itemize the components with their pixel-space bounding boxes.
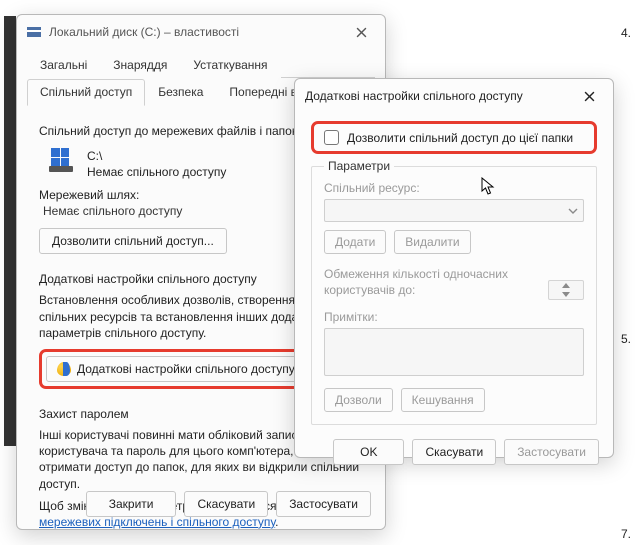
advanced-share-button-label: Додаткові настройки спільного доступу... <box>77 362 304 376</box>
notes-textarea[interactable] <box>324 328 584 376</box>
adv-close-icon[interactable] <box>573 85 605 107</box>
tab-security[interactable]: Безпека <box>145 79 216 106</box>
drive-icon <box>27 27 41 37</box>
close-icon[interactable] <box>345 21 377 43</box>
highlight-advanced-button: Додаткові настройки спільного доступу... <box>39 349 322 389</box>
ok-button[interactable]: OK <box>333 439 404 465</box>
spin-up-icon[interactable] <box>549 281 583 290</box>
share-resource-label: Спільний ресурс: <box>324 181 584 195</box>
notes-label: Примітки: <box>324 310 584 324</box>
highlight-allow-checkbox: Дозволити спільний доступ до цієї папки <box>311 121 597 154</box>
tab-sharing[interactable]: Спільний доступ <box>27 79 145 106</box>
permissions-button[interactable]: Дозволи <box>324 388 393 412</box>
adv-cancel-button[interactable]: Скасувати <box>412 439 496 465</box>
step-4-label: 4. <box>621 26 631 40</box>
tab-hardware[interactable]: Устаткування <box>180 52 280 78</box>
advanced-sharing-window: Додаткові настройки спільного доступу До… <box>294 78 614 458</box>
drive-name: C:\ <box>87 148 226 164</box>
main-footer-buttons: Закрити Скасувати Застосувати <box>17 481 385 529</box>
adv-titlebar: Додаткові настройки спільного доступу <box>295 79 613 111</box>
window-title: Локальний диск (C:) – властивості <box>49 25 345 39</box>
step-5-label: 5. <box>621 332 631 346</box>
add-button[interactable]: Додати <box>324 230 386 254</box>
share-resource-combo[interactable] <box>324 199 584 222</box>
step-7-label: 7. <box>621 527 631 541</box>
allow-share-button[interactable]: Дозволити спільний доступ... <box>39 228 227 254</box>
cancel-button[interactable]: Скасувати <box>184 491 268 517</box>
drive-info: C:\ Немає спільного доступу <box>87 148 226 180</box>
adv-window-title: Додаткові настройки спільного доступу <box>305 89 573 103</box>
adv-apply-button[interactable]: Застосувати <box>504 439 599 465</box>
tabs-row-1: Загальні Знаряддя Устаткування <box>27 51 375 78</box>
apply-button[interactable]: Застосувати <box>276 491 371 517</box>
background-shadow <box>4 16 16 446</box>
chevron-down-icon <box>568 206 578 216</box>
adv-body: Дозволити спільний доступ до цієї папки … <box>295 111 613 433</box>
close-button[interactable]: Закрити <box>86 491 177 517</box>
adv-footer-buttons: OK Скасувати Застосувати <box>295 433 613 477</box>
advanced-share-button[interactable]: Додаткові настройки спільного доступу... <box>46 356 315 382</box>
spin-down-icon[interactable] <box>549 290 583 299</box>
drive-visual-icon <box>51 148 77 168</box>
tab-general[interactable]: Загальні <box>27 52 100 78</box>
drive-status: Немає спільного доступу <box>87 164 226 180</box>
params-fieldset: Параметри Спільний ресурс: Додати Видали… <box>311 166 597 425</box>
shield-icon <box>57 362 71 376</box>
tab-tools[interactable]: Знаряддя <box>100 52 180 78</box>
allow-share-checkbox[interactable] <box>324 130 339 145</box>
titlebar: Локальний диск (C:) – властивості <box>17 15 385 47</box>
params-legend: Параметри <box>324 159 394 173</box>
allow-share-checkbox-label: Дозволити спільний доступ до цієї папки <box>347 131 573 145</box>
caching-button[interactable]: Кешування <box>401 388 485 412</box>
remove-button[interactable]: Видалити <box>394 230 470 254</box>
